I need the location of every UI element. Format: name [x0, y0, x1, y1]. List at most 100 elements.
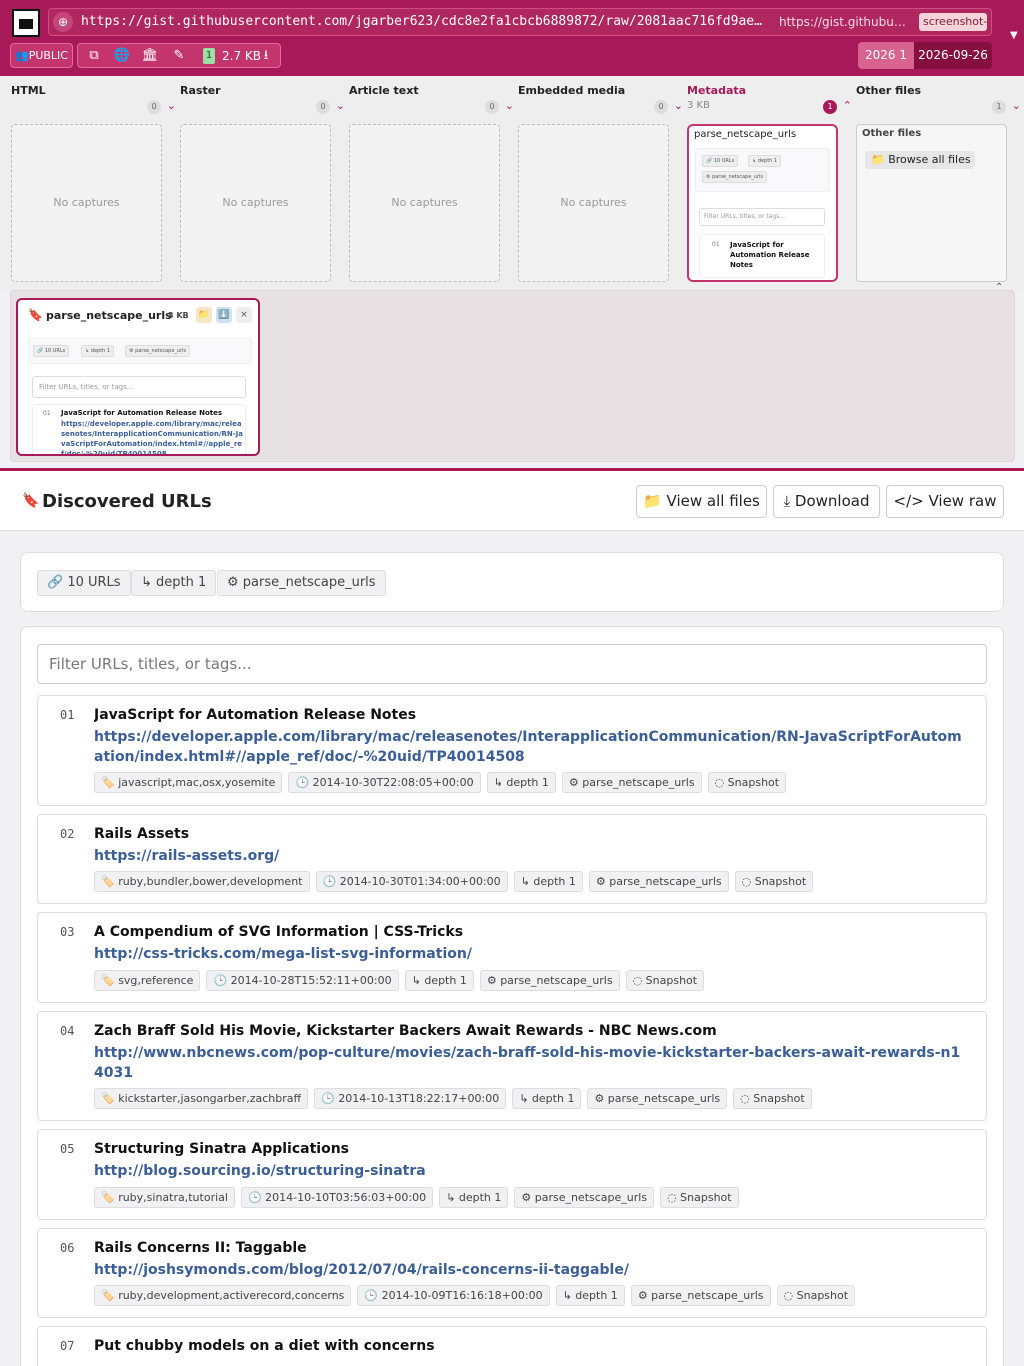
tag-keywords[interactable]: 🏷️ svg,reference: [94, 970, 201, 991]
chip-depth: ↳ depth 1: [748, 155, 782, 167]
tag-depth: ↳ depth 1: [512, 1088, 582, 1109]
snapshot-link[interactable]: ◌ Snapshot: [776, 1285, 856, 1306]
chevron-down-icon[interactable]: ⌄: [336, 99, 345, 112]
snapshot-link[interactable]: ◌ Snapshot: [625, 970, 705, 991]
list-item[interactable]: 06 Rails Concerns II: Taggable http://jo…: [37, 1228, 987, 1318]
column-title: Other files: [856, 84, 922, 97]
filter-input[interactable]: Filter URLs, titles, or tags...: [37, 644, 987, 684]
item-title: JavaScript for Automation Release Notes: [94, 707, 417, 723]
copy-icon[interactable]: ⧉: [84, 47, 104, 65]
item-url[interactable]: https://developer.apple.com/library/mac/…: [61, 419, 243, 454]
tag-keywords[interactable]: 🏷️ ruby,development,activerecord,concern…: [94, 1285, 352, 1306]
list-item[interactable]: 07 Put chubby models on a diet with conc…: [37, 1326, 987, 1366]
chip-depth: ↳ depth 1: [81, 345, 115, 357]
item-title: Rails Assets: [94, 826, 190, 842]
download-icon[interactable]: ⬇️: [216, 307, 232, 323]
globe-icon[interactable]: 🌐: [112, 47, 132, 65]
preview-size: 3 KB: [168, 311, 189, 320]
column-title: Metadata: [687, 84, 747, 97]
tag-depth: ↳ depth 1: [513, 871, 583, 892]
tag-depth: ↳ depth 1: [439, 1187, 509, 1208]
item-tags: 🏷️ ruby,sinatra,tutorial 🕒 2014-10-10T03…: [94, 1187, 739, 1208]
year-selector[interactable]: 2026 1: [858, 42, 914, 69]
preview-filter-input[interactable]: Filter URLs, titles, or tags...: [32, 376, 246, 398]
preview-card[interactable]: 🔖 parse_netscape_urls 3 KB 📁 ⬇️ × 🔗 10 U…: [16, 298, 260, 456]
summary-card: 🔗 10 URLs ↳ depth 1 ⚙ parse_netscape_url…: [20, 552, 1004, 612]
tag-keywords[interactable]: 🏷️ ruby,sinatra,tutorial: [94, 1187, 235, 1208]
edit-icon[interactable]: ✎: [169, 47, 189, 65]
column-title: HTML: [11, 84, 46, 97]
tag-keywords[interactable]: 🏷️ javascript,mac,osx,yosemite: [94, 772, 283, 793]
item-tags: 🏷️ javascript,mac,osx,yosemite 🕒 2014-10…: [94, 772, 787, 793]
item-number: 06: [60, 1241, 75, 1255]
list-item[interactable]: 01 JavaScript for Automation Release Not…: [699, 234, 825, 278]
chevron-down-icon[interactable]: ⌄: [167, 99, 176, 112]
capture-columns: HTML 0 ⌄ No captures Raster 0 ⌄ No captu…: [0, 76, 1024, 290]
url-short: https://gist.githubuse…: [779, 15, 909, 29]
item-number: 01: [712, 241, 720, 248]
chip-parser: ⚙ parse_netscape_urls: [702, 171, 768, 183]
metadata-card[interactable]: parse_netscape_urls 🔗 10 URLs ↳ depth 1 …: [687, 124, 838, 282]
chevron-down-icon[interactable]: ⌄: [674, 99, 683, 112]
page-title: Discovered URLs: [42, 491, 212, 512]
view-all-files-button[interactable]: 📁 View all files: [636, 485, 767, 518]
summary-chips: 🔗 10 URLs ↳ depth 1 ⚙ parse_netscape_url…: [28, 338, 252, 364]
download-icon[interactable]: ⭳: [256, 47, 276, 65]
tag-keywords[interactable]: 🏷️ kickstarter,jasongarber,zachbraff: [94, 1088, 309, 1109]
item-url[interactable]: https://developer.apple.com/library/mac/…: [94, 727, 964, 767]
chevron-down-icon[interactable]: ⌄: [1012, 99, 1021, 112]
list-item[interactable]: 05 Structuring Sinatra Applications http…: [37, 1129, 987, 1220]
chevron-up-icon[interactable]: ⌃: [843, 99, 852, 112]
item-url[interactable]: http://www.nbcnews.com/pop-culture/movie…: [94, 1043, 964, 1083]
count-badge: 0: [654, 100, 668, 114]
archive-icon[interactable]: 🏛: [140, 47, 160, 65]
list-item[interactable]: 01 JavaScript for Automation Release Not…: [37, 695, 987, 806]
view-raw-button[interactable]: </> View raw: [886, 485, 1004, 518]
tag-keywords[interactable]: 🏷️ ruby,bundler,bower,development: [94, 871, 310, 892]
column-other-files: Other files 1 ⌄ Other files 📁 Browse all…: [856, 76, 1021, 290]
item-url[interactable]: https://rails-assets.org/: [94, 846, 964, 866]
main-content: 🔖 Discovered URLs 📁 View all files ⤓ Dow…: [0, 471, 1024, 1366]
download-button[interactable]: ⤓ Download: [773, 485, 880, 518]
globe-icon: ⊕: [53, 12, 73, 32]
snapshot-link[interactable]: ◌ Snapshot: [734, 871, 814, 892]
chevron-down-icon[interactable]: ▼: [1010, 30, 1018, 41]
count-badge: 0: [485, 100, 499, 114]
item-title: A Compendium of SVG Information | CSS-Tr…: [94, 924, 464, 940]
app-logo-icon[interactable]: [12, 9, 40, 37]
snapshot-link[interactable]: ◌ Snapshot: [707, 772, 787, 793]
list-item[interactable]: 04 Zach Braff Sold His Movie, Kickstarte…: [37, 1011, 987, 1121]
column-size: 3 KB: [687, 100, 710, 111]
mini-filter-input[interactable]: Filter URLs, titles, or tags...: [699, 208, 825, 226]
item-tags: 🏷️ svg,reference 🕒 2014-10-28T15:52:11+0…: [94, 970, 705, 991]
folder-icon[interactable]: 📁: [196, 307, 212, 323]
item-url[interactable]: http://joshsymonds.com/blog/2012/07/04/r…: [94, 1260, 964, 1280]
chip-parser: ⚙ parse_netscape_urls: [125, 345, 191, 357]
item-number: 01: [43, 410, 51, 417]
browse-all-files-button[interactable]: 📁 Browse all files: [865, 151, 975, 169]
file-count-badge: 1: [203, 48, 215, 64]
item-url[interactable]: http://css-tricks.com/mega-list-svg-info…: [94, 944, 964, 964]
list-item[interactable]: 01 JavaScript for Automation Release Not…: [32, 404, 246, 454]
tag-timestamp: 🕒 2014-10-30T22:08:05+00:00: [288, 772, 481, 793]
count-badge: 1: [992, 100, 1006, 114]
column-html: HTML 0 ⌄ No captures: [11, 76, 176, 290]
public-badge[interactable]: 👥PUBLIC: [10, 43, 73, 68]
snapshot-link[interactable]: ◌ Snapshot: [660, 1187, 739, 1208]
list-item[interactable]: 02 Rails Assets https://rails-assets.org…: [37, 814, 987, 904]
item-title: JavaScript for Automation Release Notes: [730, 241, 810, 269]
column-title: Raster: [180, 84, 221, 97]
chevron-down-icon[interactable]: ⌄: [505, 99, 514, 112]
date-selector[interactable]: 2026-09-26: [914, 42, 992, 69]
card-title: parse_netscape_urls: [694, 129, 797, 140]
snapshot-link[interactable]: ◌ Snapshot: [733, 1088, 812, 1109]
url-text[interactable]: https://gist.githubusercontent.com/jgarb…: [81, 14, 771, 32]
url-bar[interactable]: ⊕ https://gist.githubusercontent.com/jga…: [48, 8, 992, 36]
snapshot-chip[interactable]: screenshot-g: [919, 13, 987, 31]
item-url[interactable]: http://blog.sourcing.io/structuring-sina…: [94, 1161, 964, 1181]
item-title: JavaScript for Automation Release Notes: [61, 409, 223, 417]
chevron-up-icon[interactable]: ⌃: [995, 282, 1003, 293]
list-item[interactable]: 03 A Compendium of SVG Information | CSS…: [37, 912, 987, 1003]
close-icon[interactable]: ×: [236, 307, 252, 323]
tag-parser: ⚙ parse_netscape_urls: [479, 970, 620, 991]
